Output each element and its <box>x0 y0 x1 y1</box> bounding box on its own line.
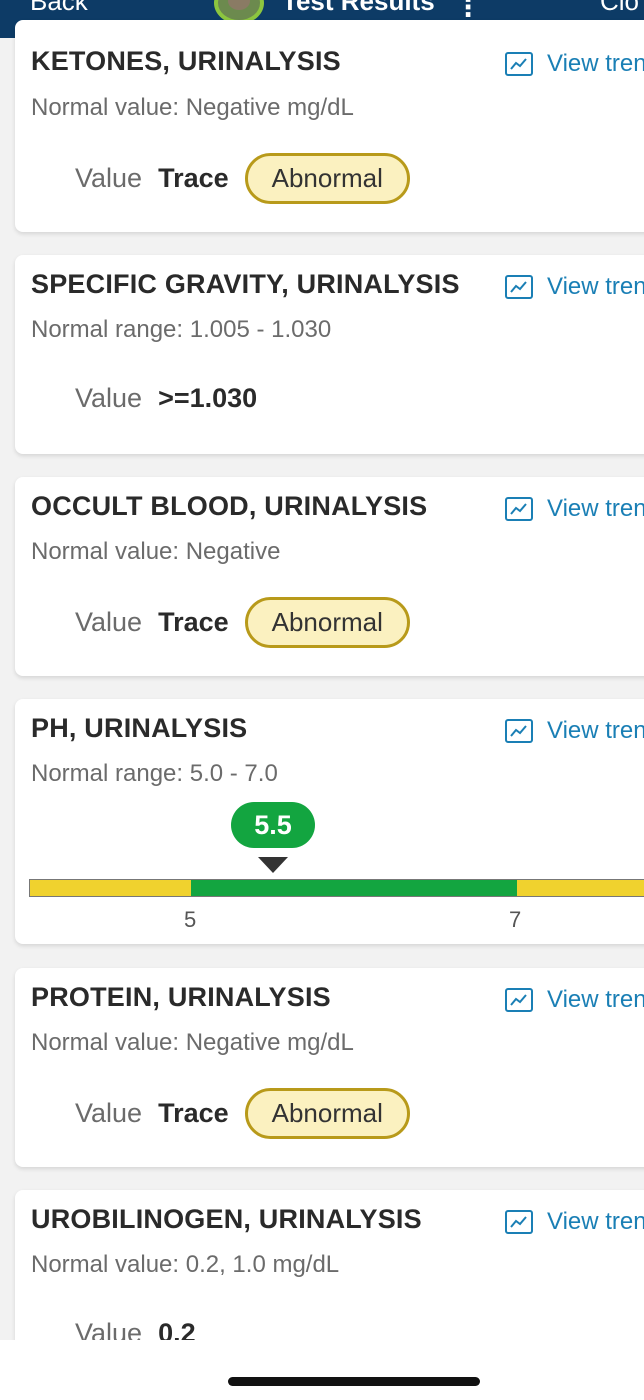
result-name: KETONES, URINALYSIS <box>31 46 341 76</box>
abnormal-badge: Abnormal <box>244 597 410 648</box>
range-low-tick: 5 <box>184 907 197 932</box>
close-button[interactable]: Clo <box>600 0 639 17</box>
result-value: >=1.030 <box>158 383 258 413</box>
result-name: UROBILINOGEN, URINALYSIS <box>31 1204 422 1234</box>
range-segment-normal <box>191 880 517 896</box>
abnormal-badge: Abnormal <box>244 153 410 204</box>
normal-range-text: Normal value: Negative mg/dL <box>31 1029 354 1056</box>
normal-range-text: Normal value: Negative mg/dL <box>31 94 354 121</box>
range-high-tick: 7 <box>509 907 522 932</box>
normal-range-text: Normal range: 1.005 - 1.030 <box>31 316 332 343</box>
trend-chart-icon <box>505 497 533 521</box>
normal-range-text: Normal range: 5.0 - 7.0 <box>31 760 278 787</box>
view-trend-link[interactable]: View tren <box>505 717 644 745</box>
view-trend-link[interactable]: View tren <box>505 50 644 78</box>
view-trend-label: View tren <box>547 717 644 744</box>
value-marker-arrow-icon <box>258 857 288 873</box>
value-label: Value <box>75 383 143 413</box>
trend-chart-icon <box>505 988 533 1012</box>
trend-chart-icon <box>505 1210 533 1234</box>
value-label: Value <box>75 1098 143 1128</box>
view-trend-label: View tren <box>547 495 644 522</box>
result-name: OCCULT BLOOD, URINALYSIS <box>31 491 428 521</box>
back-button[interactable]: Back <box>30 0 88 17</box>
abnormal-badge: Abnormal <box>244 1088 410 1139</box>
result-name: SPECIFIC GRAVITY, URINALYSIS <box>31 269 460 299</box>
home-indicator[interactable] <box>228 1377 480 1386</box>
normal-range-text: Normal value: Negative <box>31 538 281 565</box>
result-name: PROTEIN, URINALYSIS <box>31 982 331 1012</box>
trend-chart-icon <box>505 719 533 743</box>
view-trend-link[interactable]: View tren <box>505 495 644 523</box>
result-value: Trace <box>158 607 229 637</box>
range-segment-above <box>517 880 644 896</box>
result-card-occult-blood: OCCULT BLOOD, URINALYSIS View tren Norma… <box>15 477 644 676</box>
view-trend-label: View tren <box>547 273 644 300</box>
view-trend-link[interactable]: View tren <box>505 1208 644 1236</box>
bottom-safe-area <box>0 1340 644 1400</box>
result-value: Trace <box>158 1098 229 1128</box>
result-card-protein: PROTEIN, URINALYSIS View tren Normal val… <box>15 968 644 1167</box>
range-segment-below <box>30 880 191 896</box>
value-marker-pill: 5.5 <box>231 802 315 848</box>
result-name: PH, URINALYSIS <box>31 713 248 743</box>
result-card-specific-gravity: SPECIFIC GRAVITY, URINALYSIS View tren N… <box>15 255 644 454</box>
result-value: Trace <box>158 163 229 193</box>
view-trend-link[interactable]: View tren <box>505 273 644 301</box>
view-trend-label: View tren <box>547 986 644 1013</box>
view-trend-label: View tren <box>547 50 644 77</box>
range-bar <box>29 879 644 897</box>
normal-range-text: Normal value: 0.2, 1.0 mg/dL <box>31 1251 340 1278</box>
view-trend-label: View tren <box>547 1208 644 1235</box>
page-title: Test Results <box>282 0 435 16</box>
trend-chart-icon <box>505 275 533 299</box>
trend-chart-icon <box>505 52 533 76</box>
result-card-ph: PH, URINALYSIS View tren Normal range: 5… <box>15 699 644 944</box>
view-trend-link[interactable]: View tren <box>505 986 644 1014</box>
value-row: Value >=1.030 <box>75 383 273 414</box>
value-label: Value <box>75 163 143 193</box>
result-card-ketones: KETONES, URINALYSIS View tren Normal val… <box>15 20 644 232</box>
value-row: Value Trace Abnormal <box>75 597 410 648</box>
value-row: Value Trace Abnormal <box>75 1088 410 1139</box>
value-label: Value <box>75 607 143 637</box>
value-row: Value Trace Abnormal <box>75 153 410 204</box>
